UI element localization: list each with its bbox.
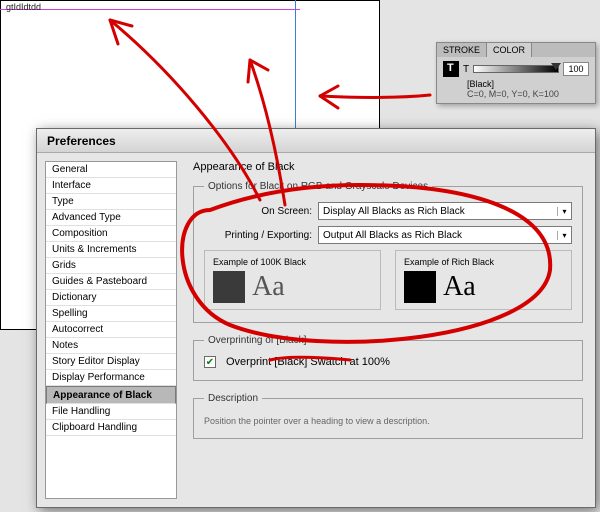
sidebar-item-composition[interactable]: Composition xyxy=(46,226,176,242)
chevron-down-icon: ▾ xyxy=(557,207,571,216)
swatch-100k-icon xyxy=(213,271,245,303)
swatch-cmyk: C=0, M=0, Y=0, K=100 xyxy=(467,89,589,99)
sidebar-item-file-handling[interactable]: File Handling xyxy=(46,404,176,420)
tint-label: T xyxy=(463,64,469,75)
tint-value[interactable]: 100 xyxy=(563,62,589,76)
chevron-down-icon: ▾ xyxy=(557,231,571,240)
onscreen-select[interactable]: Display All Blacks as Rich Black ▾ xyxy=(318,202,572,220)
overprint-label: Overprint [Black] Swatch at 100% xyxy=(226,356,390,368)
canvas-stray-text: gtIdIdtdd xyxy=(6,2,41,12)
sidebar-item-grids[interactable]: Grids xyxy=(46,258,176,274)
description-text: Position the pointer over a heading to v… xyxy=(204,416,572,426)
sidebar-item-autocorrect[interactable]: Autocorrect xyxy=(46,322,176,338)
swatch-rich-icon xyxy=(404,271,436,303)
onscreen-label: On Screen: xyxy=(204,206,312,217)
overprint-checkbox[interactable]: ✔ xyxy=(204,356,216,368)
example-100k-label: Example of 100K Black xyxy=(213,257,372,267)
description-group: Description Position the pointer over a … xyxy=(193,393,583,439)
preferences-sidebar: GeneralInterfaceTypeAdvanced TypeComposi… xyxy=(45,161,177,499)
example-rich-aa: Aa xyxy=(443,271,476,303)
example-rich: Example of Rich Black Aa xyxy=(395,250,572,310)
tab-color[interactable]: COLOR xyxy=(487,43,532,57)
example-100k-aa: Aa xyxy=(252,271,285,303)
sidebar-item-guides-pasteboard[interactable]: Guides & Pasteboard xyxy=(46,274,176,290)
sidebar-item-dictionary[interactable]: Dictionary xyxy=(46,290,176,306)
example-100k: Example of 100K Black Aa xyxy=(204,250,381,310)
sidebar-item-units-increments[interactable]: Units & Increments xyxy=(46,242,176,258)
tint-slider[interactable] xyxy=(473,65,559,73)
options-group: Options for Black on RGB and Grayscale D… xyxy=(193,181,583,323)
color-panel: STROKE COLOR T 100 [Black] C=0, M=0, Y=0… xyxy=(436,42,596,104)
dialog-title: Preferences xyxy=(37,129,595,153)
sidebar-item-display-performance[interactable]: Display Performance xyxy=(46,370,176,386)
print-label: Printing / Exporting: xyxy=(204,230,312,241)
preferences-content: Appearance of Black Options for Black on… xyxy=(181,153,595,507)
swatch-name: [Black] xyxy=(467,79,589,89)
sidebar-item-general[interactable]: General xyxy=(46,162,176,178)
fill-swatch[interactable] xyxy=(443,61,459,77)
description-legend: Description xyxy=(204,393,262,404)
preferences-dialog: Preferences GeneralInterfaceTypeAdvanced… xyxy=(36,128,596,508)
print-value: Output All Blacks as Rich Black xyxy=(323,230,462,241)
example-rich-label: Example of Rich Black xyxy=(404,257,563,267)
overprint-legend: Overprinting of [Black] xyxy=(204,335,310,346)
sidebar-item-interface[interactable]: Interface xyxy=(46,178,176,194)
sidebar-item-clipboard-handling[interactable]: Clipboard Handling xyxy=(46,420,176,436)
onscreen-value: Display All Blacks as Rich Black xyxy=(323,206,465,217)
sidebar-item-spelling[interactable]: Spelling xyxy=(46,306,176,322)
section-title: Appearance of Black xyxy=(193,161,583,173)
sidebar-item-advanced-type[interactable]: Advanced Type xyxy=(46,210,176,226)
print-select[interactable]: Output All Blacks as Rich Black ▾ xyxy=(318,226,572,244)
tab-stroke[interactable]: STROKE xyxy=(437,43,487,57)
overprint-group: Overprinting of [Black] ✔ Overprint [Bla… xyxy=(193,335,583,381)
sidebar-item-notes[interactable]: Notes xyxy=(46,338,176,354)
sidebar-item-story-editor-display[interactable]: Story Editor Display xyxy=(46,354,176,370)
sidebar-item-type[interactable]: Type xyxy=(46,194,176,210)
sidebar-item-appearance-of-black[interactable]: Appearance of Black xyxy=(46,386,176,404)
options-legend: Options for Black on RGB and Grayscale D… xyxy=(204,181,432,192)
